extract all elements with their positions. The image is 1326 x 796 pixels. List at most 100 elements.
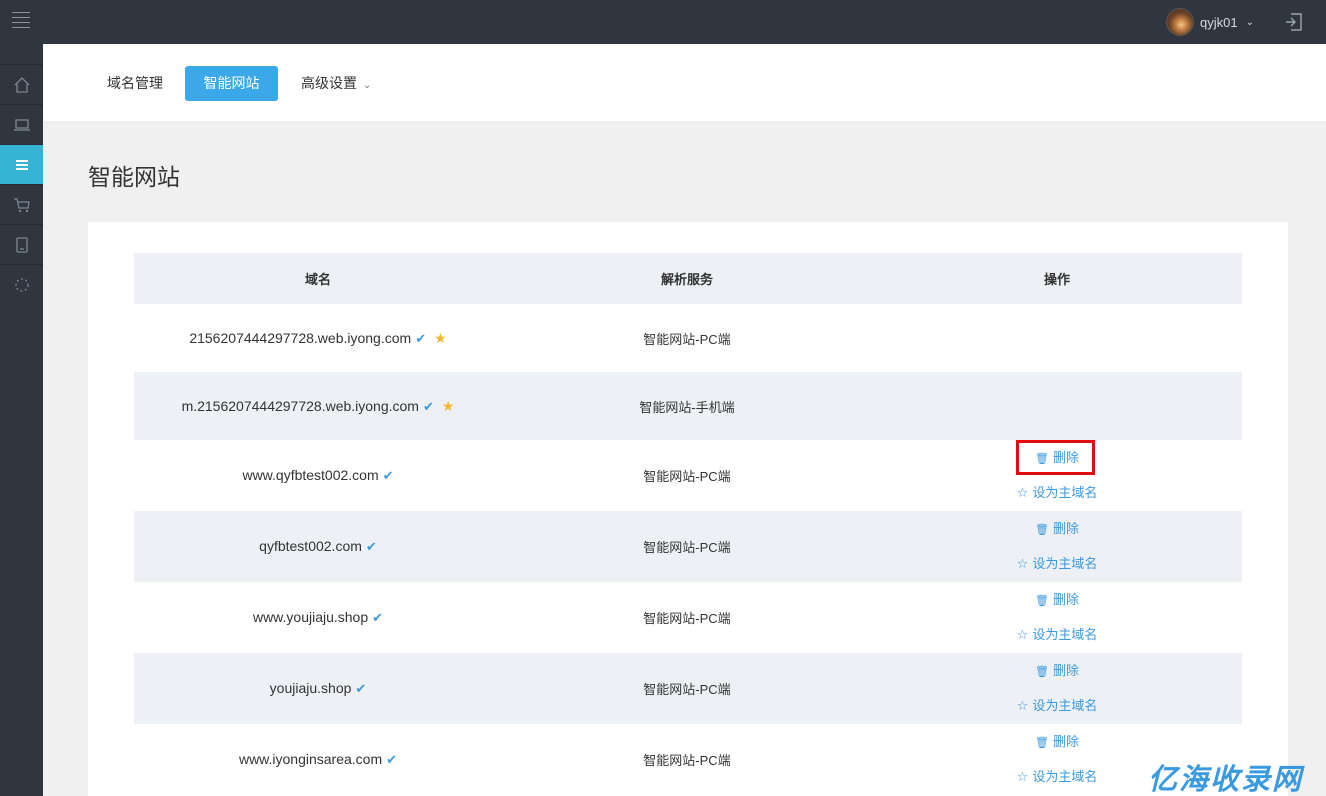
tab-advanced-settings[interactable]: 高级设置 ⌄ bbox=[301, 66, 371, 101]
sidebar-item-home[interactable] bbox=[0, 64, 43, 104]
laptop-icon bbox=[13, 118, 30, 131]
column-header-actions: 操作 bbox=[1043, 272, 1070, 287]
domain-cell: www.youjiaju.shop ✔ bbox=[134, 609, 502, 626]
tab-smart-website[interactable]: 智能网站 bbox=[185, 66, 278, 101]
highlight-box bbox=[1016, 440, 1095, 475]
service-cell: 智能网站-PC端 bbox=[643, 682, 731, 697]
watermark: 亿海收录网 bbox=[1148, 764, 1304, 796]
delete-link[interactable]: 🗑 删除 bbox=[872, 732, 1242, 752]
table-row: www.youjiaju.shop ✔ 智能网站-PC端 🗑 删除 ☆ 设为主域名 bbox=[134, 582, 1242, 653]
list-icon bbox=[15, 159, 28, 170]
trash-icon: 🗑 bbox=[1035, 595, 1049, 607]
user-menu[interactable]: qyjk01 ⌄ bbox=[1166, 7, 1254, 37]
actions-cell: 🗑 删除 ☆ 设为主域名 bbox=[872, 519, 1242, 574]
action-label: 设为主域名 bbox=[1032, 485, 1098, 500]
table-body: 2156207444297728.web.iyong.com ✔ ★ 智能网站-PC端… bbox=[134, 304, 1242, 795]
table-header: 域名 解析服务 操作 bbox=[134, 253, 1242, 304]
domain-cell: m.2156207444297728.web.iyong.com ✔ ★ bbox=[134, 398, 502, 415]
table-row: qyfbtest002.com ✔ 智能网站-PC端 🗑 删除 ☆ 设为主域名 bbox=[134, 511, 1242, 582]
action-label: 设为主域名 bbox=[1032, 698, 1098, 713]
tab-advanced-settings-label: 高级设置 bbox=[301, 75, 357, 91]
domain-name: 2156207444297728.web.iyong.com bbox=[189, 329, 412, 346]
set-primary-domain-link[interactable]: ☆ 设为主域名 bbox=[872, 625, 1242, 645]
sidebar-item-list[interactable] bbox=[0, 144, 43, 184]
table-row: youjiaju.shop ✔ 智能网站-PC端 🗑 删除 ☆ 设为主域名 bbox=[134, 653, 1242, 724]
set-primary-domain-link[interactable]: ☆ 设为主域名 bbox=[872, 483, 1242, 503]
mobile-icon bbox=[15, 236, 28, 253]
trash-icon: 🗑 bbox=[1035, 737, 1049, 749]
check-icon: ✔ bbox=[355, 681, 367, 696]
chevron-down-icon: ⌄ bbox=[1245, 16, 1254, 28]
check-icon: ✔ bbox=[365, 539, 377, 554]
action-label: 删除 bbox=[1052, 663, 1079, 678]
avatar bbox=[1166, 8, 1194, 36]
domain-cell: qyfbtest002.com ✔ bbox=[134, 538, 502, 555]
star-icon: ★ bbox=[441, 397, 455, 414]
tab-domain-management[interactable]: 域名管理 bbox=[107, 66, 163, 101]
star-outline-icon: ☆ bbox=[1016, 485, 1029, 500]
delete-link[interactable]: 🗑 删除 bbox=[872, 590, 1242, 610]
domain-name: qyfbtest002.com bbox=[259, 538, 362, 554]
domain-cell: 2156207444297728.web.iyong.com ✔ ★ bbox=[134, 330, 502, 347]
actions-cell: 🗑 删除 ☆ 设为主域名 bbox=[872, 590, 1242, 645]
chevron-down-icon: ⌄ bbox=[363, 80, 372, 91]
domain-table: 域名 解析服务 操作 2156207444297728.web.iyong.co… bbox=[134, 253, 1242, 795]
action-label: 删除 bbox=[1052, 521, 1079, 536]
trash-icon: 🗑 bbox=[1035, 524, 1049, 536]
check-icon: ✔ bbox=[415, 330, 427, 346]
domain-name: www.qyfbtest002.com bbox=[242, 467, 379, 483]
page-title: 智能网站 bbox=[88, 164, 180, 190]
service-cell: 智能网站-PC端 bbox=[643, 469, 731, 484]
trash-icon: 🗑 bbox=[1035, 666, 1049, 678]
action-label: 设为主域名 bbox=[1032, 769, 1098, 784]
column-header-service: 解析服务 bbox=[660, 272, 713, 287]
cart-icon bbox=[13, 197, 30, 212]
table-row: 2156207444297728.web.iyong.com ✔ ★ 智能网站-PC端 bbox=[134, 304, 1242, 372]
domain-cell: www.qyfbtest002.com ✔ bbox=[134, 467, 502, 484]
sidebar-item-cart[interactable] bbox=[0, 184, 43, 224]
delete-link[interactable]: 🗑 删除 bbox=[872, 519, 1242, 539]
service-cell: 智能网站-PC端 bbox=[643, 540, 731, 555]
actions-cell: 🗑 删除 ☆ 设为主域名 bbox=[872, 661, 1242, 716]
set-primary-domain-link[interactable]: ☆ 设为主域名 bbox=[872, 696, 1242, 716]
sidebar-item-loading[interactable] bbox=[0, 264, 43, 304]
star-outline-icon: ☆ bbox=[1016, 769, 1029, 784]
domain-name: youjiaju.shop bbox=[269, 680, 352, 696]
column-header-domain: 域名 bbox=[304, 272, 331, 287]
table-row: m.2156207444297728.web.iyong.com ✔ ★ 智能网站-手… bbox=[134, 372, 1242, 440]
check-icon: ✔ bbox=[386, 752, 398, 767]
tab-bar: 域名管理 智能网站 高级设置 ⌄ bbox=[43, 44, 1326, 121]
domain-cell: youjiaju.shop ✔ bbox=[134, 680, 502, 697]
spinner-icon bbox=[14, 277, 29, 292]
sidebar bbox=[0, 44, 43, 796]
delete-link[interactable]: 🗑 删除 bbox=[872, 661, 1242, 681]
action-label: 设为主域名 bbox=[1032, 556, 1098, 571]
action-label: 设为主域名 bbox=[1032, 627, 1098, 642]
service-cell: 智能网站-手机端 bbox=[639, 399, 735, 415]
check-icon: ✔ bbox=[382, 468, 394, 483]
service-cell: 智能网站-PC端 bbox=[643, 611, 731, 626]
username: qyjk01 bbox=[1200, 14, 1238, 30]
action-label: 删除 bbox=[1052, 734, 1079, 749]
star-outline-icon: ☆ bbox=[1016, 698, 1029, 713]
top-bar: qyjk01 ⌄ bbox=[0, 0, 1326, 44]
set-primary-domain-link[interactable]: ☆ 设为主域名 bbox=[872, 554, 1242, 574]
menu-icon[interactable] bbox=[12, 12, 30, 30]
domain-name: www.iyonginsarea.com bbox=[238, 751, 383, 767]
star-outline-icon: ☆ bbox=[1016, 627, 1029, 642]
service-cell: 智能网站-PC端 bbox=[643, 753, 731, 768]
domain-name: m.2156207444297728.web.iyong.com bbox=[181, 397, 419, 414]
table-row: www.iyonginsarea.com ✔ 智能网站-PC端 🗑 删除 ☆ 设为主域名 bbox=[134, 724, 1242, 795]
sidebar-item-mobile[interactable] bbox=[0, 224, 43, 264]
action-label: 删除 bbox=[1052, 592, 1079, 607]
logout-icon[interactable] bbox=[1283, 11, 1305, 33]
service-cell: 智能网站-PC端 bbox=[643, 331, 731, 347]
check-icon: ✔ bbox=[422, 398, 434, 414]
check-icon: ✔ bbox=[372, 610, 384, 625]
domain-name: www.youjiaju.shop bbox=[252, 609, 369, 625]
sidebar-item-laptop[interactable] bbox=[0, 104, 43, 144]
domain-cell: www.iyonginsarea.com ✔ bbox=[134, 751, 502, 768]
home-icon bbox=[14, 76, 29, 93]
star-outline-icon: ☆ bbox=[1016, 556, 1029, 571]
star-icon: ★ bbox=[434, 329, 447, 346]
